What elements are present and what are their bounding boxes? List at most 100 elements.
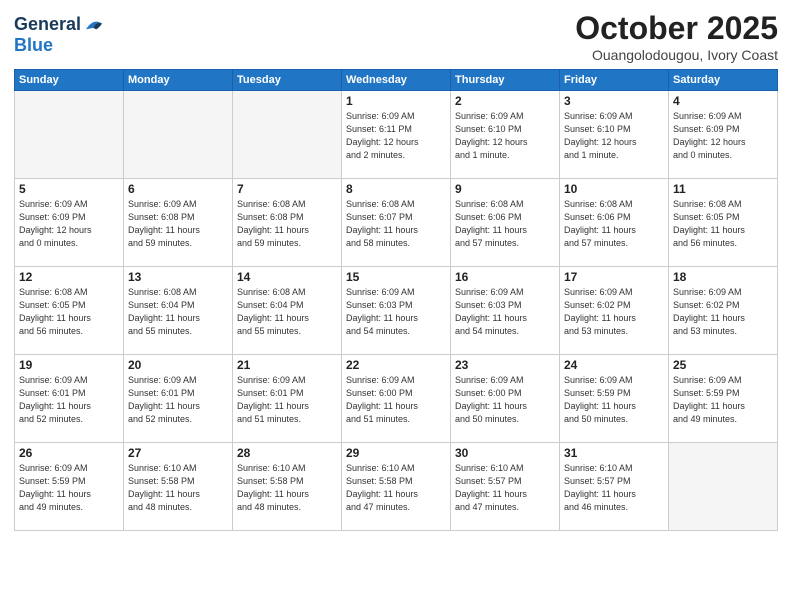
day-number: 13 xyxy=(128,270,228,284)
day-info: Sunrise: 6:08 AM Sunset: 6:06 PM Dayligh… xyxy=(455,198,555,250)
day-cell: 9 Sunrise: 6:08 AM Sunset: 6:06 PM Daylig… xyxy=(451,179,560,267)
day-cell: 25Sunrise: 6:09 AM Sunset: 5:59 PM Dayli… xyxy=(669,355,778,443)
day-cell: 15 Sunrise: 6:09 AM Sunset: 6:03 PM Dayli… xyxy=(342,267,451,355)
day-number: 23 xyxy=(455,358,555,372)
day-info: Sunrise: 6:10 AM Sunset: 5:57 PM Dayligh… xyxy=(455,462,555,514)
day-number: 1 xyxy=(346,94,446,108)
day-cell: 26 Sunrise: 6:09 AM Sunset: 5:59 PM Dayli… xyxy=(15,443,124,531)
title-block: October 2025 Ouangolodougou, Ivory Coast xyxy=(575,10,778,63)
day-cell: 10 Sunrise: 6:08 AM Sunset: 6:06 PM Dayli… xyxy=(560,179,669,267)
day-info: Sunrise: 6:09 AM Sunset: 6:01 PM Dayligh… xyxy=(128,374,228,426)
day-cell: 18 Sunrise: 6:09 AM Sunset: 6:02 PM Dayli… xyxy=(669,267,778,355)
day-number: 28 xyxy=(237,446,337,460)
day-cell: 13 Sunrise: 6:08 AM Sunset: 6:04 PM Dayli… xyxy=(124,267,233,355)
logo: General Blue xyxy=(14,14,105,56)
day-number: 29 xyxy=(346,446,446,460)
day-info: Sunrise: 6:09 AM Sunset: 6:08 PM Dayligh… xyxy=(128,198,228,250)
calendar: SundayMondayTuesdayWednesdayThursdayFrid… xyxy=(14,69,778,531)
day-cell: 7Sunrise: 6:08 AM Sunset: 6:08 PM Daylig… xyxy=(233,179,342,267)
day-cell: 1 Sunrise: 6:09 AM Sunset: 6:11 PM Daylig… xyxy=(342,91,451,179)
day-cell: 2 Sunrise: 6:09 AM Sunset: 6:10 PM Daylig… xyxy=(451,91,560,179)
week-row-2: 12Sunrise: 6:08 AM Sunset: 6:05 PM Dayli… xyxy=(15,267,778,355)
logo-general: General xyxy=(14,15,81,35)
week-row-0: 1 Sunrise: 6:09 AM Sunset: 6:11 PM Daylig… xyxy=(15,91,778,179)
day-info: Sunrise: 6:09 AM Sunset: 5:59 PM Dayligh… xyxy=(19,462,119,514)
day-info: Sunrise: 6:09 AM Sunset: 6:01 PM Dayligh… xyxy=(237,374,337,426)
day-number: 26 xyxy=(19,446,119,460)
week-row-1: 5 Sunrise: 6:09 AM Sunset: 6:09 PM Daylig… xyxy=(15,179,778,267)
day-number: 25 xyxy=(673,358,773,372)
day-info: Sunrise: 6:09 AM Sunset: 6:10 PM Dayligh… xyxy=(455,110,555,162)
week-row-3: 19 Sunrise: 6:09 AM Sunset: 6:01 PM Dayli… xyxy=(15,355,778,443)
day-cell: 11Sunrise: 6:08 AM Sunset: 6:05 PM Dayli… xyxy=(669,179,778,267)
day-number: 4 xyxy=(673,94,773,108)
day-cell: 8 Sunrise: 6:08 AM Sunset: 6:07 PM Daylig… xyxy=(342,179,451,267)
day-number: 6 xyxy=(128,182,228,196)
weekday-friday: Friday xyxy=(560,70,669,91)
day-cell xyxy=(669,443,778,531)
day-cell: 5 Sunrise: 6:09 AM Sunset: 6:09 PM Daylig… xyxy=(15,179,124,267)
day-info: Sunrise: 6:09 AM Sunset: 6:03 PM Dayligh… xyxy=(455,286,555,338)
day-info: Sunrise: 6:09 AM Sunset: 6:02 PM Dayligh… xyxy=(673,286,773,338)
day-info: Sunrise: 6:08 AM Sunset: 6:07 PM Dayligh… xyxy=(346,198,446,250)
day-info: Sunrise: 6:09 AM Sunset: 6:10 PM Dayligh… xyxy=(564,110,664,162)
day-cell: 12Sunrise: 6:08 AM Sunset: 6:05 PM Dayli… xyxy=(15,267,124,355)
day-number: 16 xyxy=(455,270,555,284)
day-cell: 29Sunrise: 6:10 AM Sunset: 5:58 PM Dayli… xyxy=(342,443,451,531)
day-info: Sunrise: 6:09 AM Sunset: 6:11 PM Dayligh… xyxy=(346,110,446,162)
day-info: Sunrise: 6:09 AM Sunset: 5:59 PM Dayligh… xyxy=(564,374,664,426)
day-cell: 22Sunrise: 6:09 AM Sunset: 6:00 PM Dayli… xyxy=(342,355,451,443)
day-cell: 21 Sunrise: 6:09 AM Sunset: 6:01 PM Dayli… xyxy=(233,355,342,443)
day-cell xyxy=(233,91,342,179)
day-cell: 14 Sunrise: 6:08 AM Sunset: 6:04 PM Dayli… xyxy=(233,267,342,355)
day-info: Sunrise: 6:08 AM Sunset: 6:04 PM Dayligh… xyxy=(128,286,228,338)
logo-icon xyxy=(83,14,105,36)
day-info: Sunrise: 6:09 AM Sunset: 6:03 PM Dayligh… xyxy=(346,286,446,338)
day-number: 27 xyxy=(128,446,228,460)
day-info: Sunrise: 6:08 AM Sunset: 6:04 PM Dayligh… xyxy=(237,286,337,338)
day-cell xyxy=(124,91,233,179)
day-cell: 16 Sunrise: 6:09 AM Sunset: 6:03 PM Dayli… xyxy=(451,267,560,355)
page: General Blue October 2025 Ouangolodougou… xyxy=(0,0,792,612)
weekday-thursday: Thursday xyxy=(451,70,560,91)
day-number: 18 xyxy=(673,270,773,284)
day-info: Sunrise: 6:09 AM Sunset: 6:00 PM Dayligh… xyxy=(455,374,555,426)
day-cell: 17Sunrise: 6:09 AM Sunset: 6:02 PM Dayli… xyxy=(560,267,669,355)
day-info: Sunrise: 6:08 AM Sunset: 6:06 PM Dayligh… xyxy=(564,198,664,250)
day-number: 15 xyxy=(346,270,446,284)
weekday-header-row: SundayMondayTuesdayWednesdayThursdayFrid… xyxy=(15,70,778,91)
day-cell: 23 Sunrise: 6:09 AM Sunset: 6:00 PM Dayli… xyxy=(451,355,560,443)
day-number: 30 xyxy=(455,446,555,460)
day-cell: 3 Sunrise: 6:09 AM Sunset: 6:10 PM Daylig… xyxy=(560,91,669,179)
day-info: Sunrise: 6:09 AM Sunset: 6:00 PM Dayligh… xyxy=(346,374,446,426)
day-number: 17 xyxy=(564,270,664,284)
week-row-4: 26 Sunrise: 6:09 AM Sunset: 5:59 PM Dayli… xyxy=(15,443,778,531)
day-info: Sunrise: 6:10 AM Sunset: 5:57 PM Dayligh… xyxy=(564,462,664,514)
day-number: 21 xyxy=(237,358,337,372)
weekday-wednesday: Wednesday xyxy=(342,70,451,91)
day-number: 14 xyxy=(237,270,337,284)
day-cell: 27Sunrise: 6:10 AM Sunset: 5:58 PM Dayli… xyxy=(124,443,233,531)
day-cell: 30 Sunrise: 6:10 AM Sunset: 5:57 PM Dayli… xyxy=(451,443,560,531)
day-number: 10 xyxy=(564,182,664,196)
location: Ouangolodougou, Ivory Coast xyxy=(575,47,778,63)
day-number: 20 xyxy=(128,358,228,372)
day-cell: 20 Sunrise: 6:09 AM Sunset: 6:01 PM Dayli… xyxy=(124,355,233,443)
day-cell: 6 Sunrise: 6:09 AM Sunset: 6:08 PM Daylig… xyxy=(124,179,233,267)
day-cell: 4Sunrise: 6:09 AM Sunset: 6:09 PM Daylig… xyxy=(669,91,778,179)
day-cell: 19Sunrise: 6:09 AM Sunset: 6:01 PM Dayli… xyxy=(15,355,124,443)
weekday-tuesday: Tuesday xyxy=(233,70,342,91)
header: General Blue October 2025 Ouangolodougou… xyxy=(14,10,778,63)
day-info: Sunrise: 6:08 AM Sunset: 6:05 PM Dayligh… xyxy=(673,198,773,250)
day-number: 3 xyxy=(564,94,664,108)
day-number: 31 xyxy=(564,446,664,460)
day-info: Sunrise: 6:09 AM Sunset: 6:09 PM Dayligh… xyxy=(19,198,119,250)
day-cell: 24Sunrise: 6:09 AM Sunset: 5:59 PM Dayli… xyxy=(560,355,669,443)
day-number: 8 xyxy=(346,182,446,196)
day-number: 19 xyxy=(19,358,119,372)
day-number: 5 xyxy=(19,182,119,196)
day-number: 2 xyxy=(455,94,555,108)
day-number: 12 xyxy=(19,270,119,284)
day-number: 9 xyxy=(455,182,555,196)
weekday-sunday: Sunday xyxy=(15,70,124,91)
